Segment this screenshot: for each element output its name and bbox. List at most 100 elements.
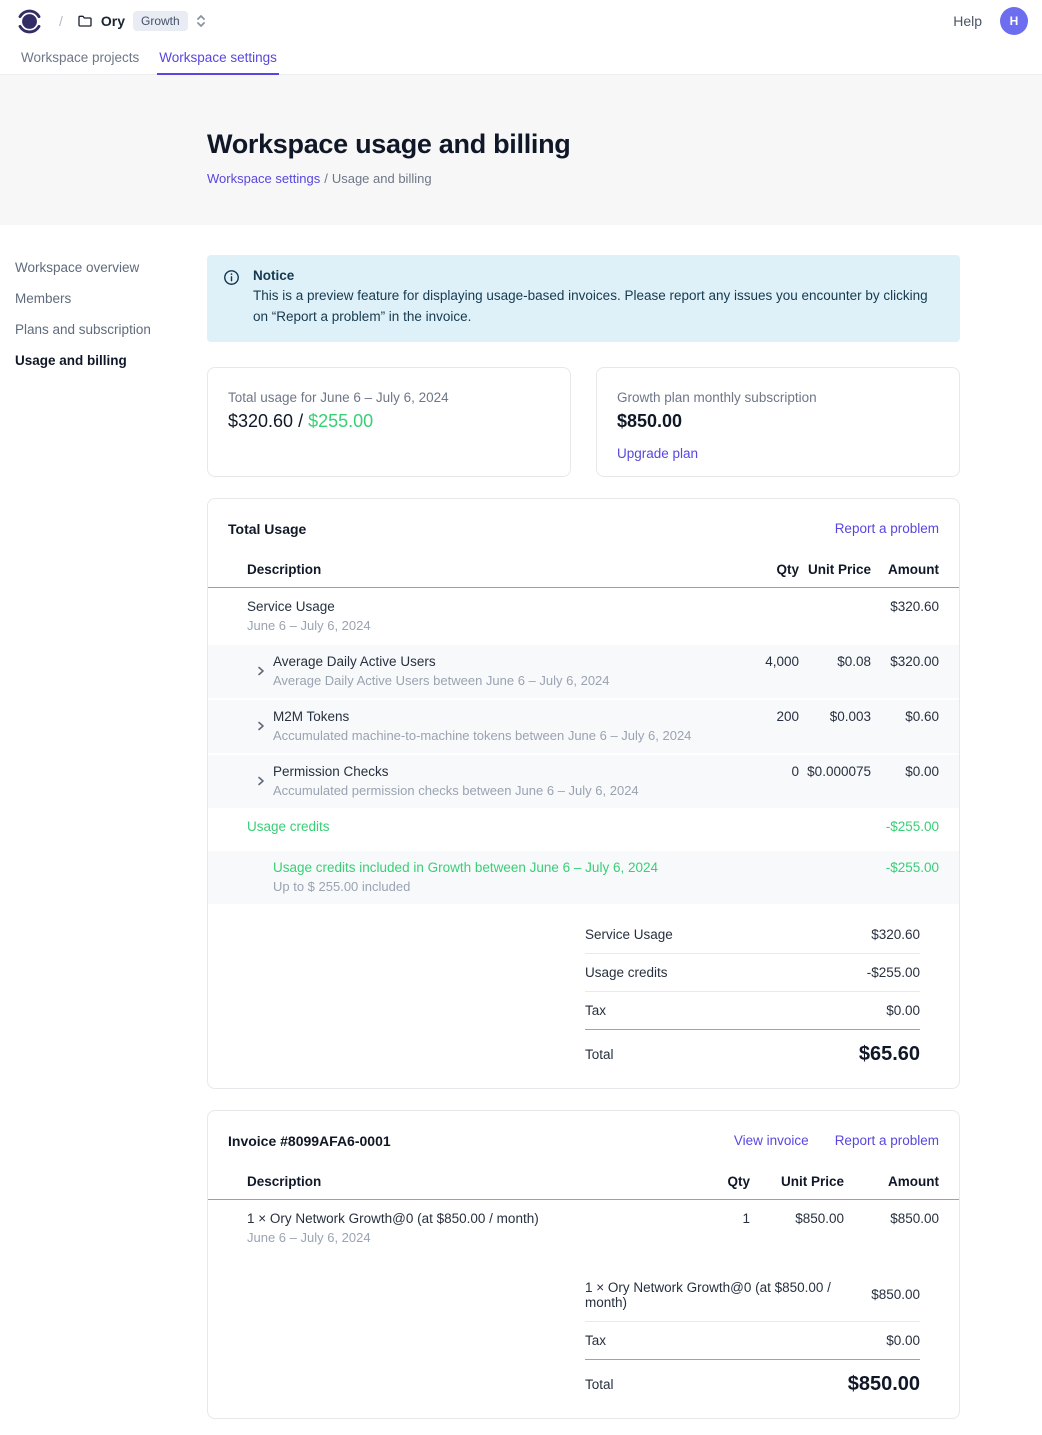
settings-sidebar: Workspace overview Members Plans and sub… [0, 255, 207, 1435]
summary-row-service-usage: Service Usage $320.60 [585, 916, 920, 954]
summary-row-invoice-line: 1 × Ory Network Growth@0 (at $850.00 / m… [585, 1269, 920, 1322]
row-amount: $0.60 [871, 709, 939, 724]
row-qty: 0 [727, 764, 799, 779]
folder-icon [77, 13, 93, 29]
row-subtitle: Accumulated machine-to-machine tokens be… [273, 728, 727, 743]
summary-label: Total [585, 1047, 614, 1062]
row-qty: 4,000 [727, 654, 799, 669]
row-title: Usage credits [247, 819, 871, 834]
row-unit-price: $0.000075 [799, 764, 871, 779]
content-area: Notice This is a preview feature for dis… [207, 255, 960, 1435]
notice-body: This is a preview feature for displaying… [253, 286, 943, 328]
tab-workspace-settings[interactable]: Workspace settings [157, 42, 279, 75]
workspace-name: Ory [101, 13, 125, 29]
summary-total-value: $850.00 [848, 1373, 920, 1396]
usage-included-amount: $255.00 [308, 411, 373, 431]
total-usage-card: Total usage for June 6 – July 6, 2024 $3… [207, 367, 571, 477]
table-row-average-daily-active-users[interactable]: Average Daily Active Users Average Daily… [208, 645, 959, 698]
total-usage-card-amount: $320.60 / $255.00 [228, 411, 550, 432]
col-amount: Amount [871, 562, 939, 577]
table-row-usage-credits: Usage credits -$255.00 [208, 808, 959, 849]
preview-notice: Notice This is a preview feature for dis… [207, 255, 960, 342]
row-qty: 1 [690, 1211, 750, 1226]
invoice-panel-title: Invoice #8099AFA6-0001 [228, 1133, 391, 1149]
report-problem-link[interactable]: Report a problem [835, 521, 939, 536]
table-row-usage-credits-detail: Usage credits included in Growth between… [208, 851, 959, 904]
chevron-right-icon[interactable] [256, 666, 266, 676]
usage-table: Description Qty Unit Price Amount Servic… [208, 554, 959, 904]
help-link[interactable]: Help [953, 13, 982, 29]
notice-title: Notice [253, 268, 943, 283]
row-title: M2M Tokens [273, 709, 727, 724]
workspace-switcher-icon[interactable] [194, 13, 208, 29]
report-problem-link[interactable]: Report a problem [835, 1133, 939, 1148]
summary-value: $850.00 [871, 1287, 920, 1302]
table-row-permission-checks[interactable]: Permission Checks Accumulated permission… [208, 755, 959, 808]
row-title: 1 × Ory Network Growth@0 (at $850.00 / m… [247, 1211, 690, 1226]
invoice-table: Description Qty Unit Price Amount 1 × Or… [208, 1166, 959, 1257]
col-description: Description [247, 562, 727, 577]
subscription-card-amount: $850.00 [617, 411, 939, 432]
ory-logo-icon[interactable] [16, 8, 43, 35]
summary-row-total: Total $850.00 [585, 1360, 920, 1416]
table-row-service-usage: Service Usage June 6 – July 6, 2024 $320… [208, 588, 959, 645]
usage-summary: Service Usage $320.60 Usage credits -$25… [585, 916, 920, 1086]
workspace-breadcrumb[interactable]: Ory Growth [77, 11, 188, 31]
col-amount: Amount [844, 1174, 939, 1189]
page-title: Workspace usage and billing [207, 129, 1042, 160]
row-amount: -$255.00 [871, 860, 939, 875]
summary-row-total: Total $65.60 [585, 1030, 920, 1086]
usage-used-amount: $320.60 [228, 411, 293, 431]
total-usage-card-label: Total usage for June 6 – July 6, 2024 [228, 390, 550, 405]
row-unit-price: $850.00 [750, 1211, 844, 1226]
summary-value: $320.60 [871, 927, 920, 942]
col-qty: Qty [690, 1174, 750, 1189]
summary-label: Usage credits [585, 965, 668, 980]
summary-row-tax: Tax $0.00 [585, 992, 920, 1030]
breadcrumb-workspace-settings-link[interactable]: Workspace settings [207, 171, 320, 186]
row-amount: $320.60 [871, 599, 939, 614]
summary-total-value: $65.60 [859, 1043, 920, 1066]
page-hero: Workspace usage and billing Workspace se… [0, 75, 1042, 225]
chevron-right-icon[interactable] [256, 776, 266, 786]
summary-cards: Total usage for June 6 – July 6, 2024 $3… [207, 367, 960, 477]
breadcrumb: Workspace settings/Usage and billing [207, 171, 1042, 186]
row-amount: $850.00 [844, 1211, 939, 1226]
col-unit-price: Unit Price [799, 562, 871, 577]
sidebar-item-workspace-overview[interactable]: Workspace overview [15, 255, 207, 280]
row-subtitle: Accumulated permission checks between Ju… [273, 783, 727, 798]
breadcrumb-current: Usage and billing [332, 171, 432, 186]
invoice-summary: 1 × Ory Network Growth@0 (at $850.00 / m… [585, 1269, 920, 1416]
sidebar-item-members[interactable]: Members [15, 286, 207, 311]
col-description: Description [247, 1174, 690, 1189]
usage-table-header: Description Qty Unit Price Amount [208, 554, 959, 588]
sidebar-item-usage-and-billing[interactable]: Usage and billing [15, 348, 207, 373]
summary-row-usage-credits: Usage credits -$255.00 [585, 954, 920, 992]
summary-row-tax: Tax $0.00 [585, 1322, 920, 1360]
upgrade-plan-link[interactable]: Upgrade plan [617, 446, 698, 461]
sidebar-item-plans-and-subscription[interactable]: Plans and subscription [15, 317, 207, 342]
row-qty: 200 [727, 709, 799, 724]
main-layout: Workspace overview Members Plans and sub… [0, 225, 1042, 1435]
user-avatar[interactable]: H [1000, 7, 1028, 35]
view-invoice-link[interactable]: View invoice [734, 1133, 809, 1148]
summary-value: $0.00 [886, 1333, 920, 1348]
table-row-invoice-line: 1 × Ory Network Growth@0 (at $850.00 / m… [208, 1200, 959, 1257]
workspace-tab-bar: Workspace projects Workspace settings [0, 42, 1042, 75]
summary-label: 1 × Ory Network Growth@0 (at $850.00 / m… [585, 1280, 871, 1310]
subscription-card: Growth plan monthly subscription $850.00… [596, 367, 960, 477]
row-title: Usage credits included in Growth between… [273, 860, 871, 875]
row-unit-price: $0.08 [799, 654, 871, 669]
summary-value: -$255.00 [867, 965, 920, 980]
breadcrumb-separator: / [59, 13, 63, 29]
chevron-right-icon[interactable] [256, 721, 266, 731]
tab-workspace-projects[interactable]: Workspace projects [19, 42, 141, 75]
summary-label: Service Usage [585, 927, 673, 942]
row-unit-price: $0.003 [799, 709, 871, 724]
col-unit-price: Unit Price [750, 1174, 844, 1189]
plan-badge: Growth [133, 11, 188, 31]
row-amount: $0.00 [871, 764, 939, 779]
total-usage-panel-title: Total Usage [228, 521, 306, 537]
table-row-m2m-tokens[interactable]: M2M Tokens Accumulated machine-to-machin… [208, 700, 959, 753]
row-subtitle: June 6 – July 6, 2024 [247, 618, 727, 633]
